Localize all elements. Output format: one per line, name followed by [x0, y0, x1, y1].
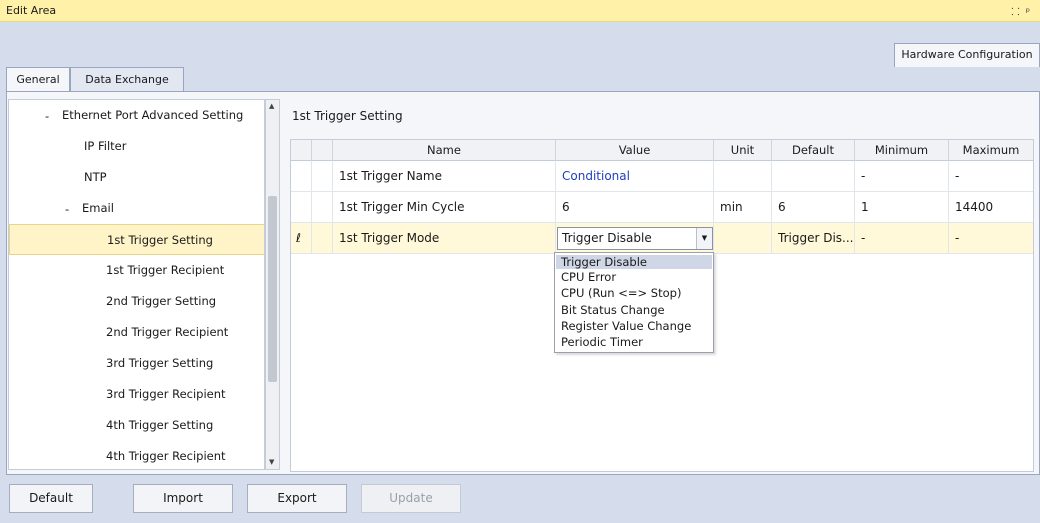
cell-minimum: -: [855, 223, 949, 254]
row-gutter-header: [312, 140, 333, 161]
titlebar-icons[interactable]: ⸬ᵖ: [1011, 4, 1036, 18]
tree-item-ip-filter[interactable]: IP Filter: [9, 131, 264, 162]
tree-item-1st-trigger-setting[interactable]: 1st Trigger Setting: [9, 224, 264, 255]
tree-item-label: 1st Trigger Recipient: [106, 263, 225, 277]
tree-item-label: 2nd Trigger Recipient: [106, 325, 229, 339]
scrollbar-thumb[interactable]: [268, 196, 277, 382]
edit-pencil-icon: ℓ: [291, 223, 312, 254]
cell-value[interactable]: 6: [556, 192, 714, 223]
cell-default: 6: [772, 192, 855, 223]
row-indicator: [291, 192, 312, 223]
row-indicator-header: [291, 140, 312, 161]
scroll-down-icon[interactable]: ▼: [269, 458, 274, 466]
settings-tree: - Ethernet Port Advanced Setting IP Filt…: [8, 99, 265, 470]
tree-item-label: 4th Trigger Recipient: [106, 449, 226, 463]
cell-default: [772, 161, 855, 192]
tab-hardware-configuration[interactable]: Hardware Configuration: [894, 43, 1040, 67]
bottom-button-bar: Default Import Export Update: [0, 476, 1040, 523]
tree-item-4th-trigger-setting[interactable]: 4th Trigger Setting: [9, 410, 264, 441]
tree-scrollbar[interactable]: ▲ ▼: [265, 99, 280, 470]
default-button[interactable]: Default: [9, 484, 93, 513]
cell-minimum: 1: [855, 192, 949, 223]
tab-data-exchange[interactable]: Data Exchange: [70, 67, 184, 92]
cell-unit: [714, 223, 772, 254]
trigger-mode-dropdown: Trigger Disable CPU Error CPU (Run <=> S…: [554, 252, 714, 353]
dock-icon[interactable]: ᵖ: [1026, 7, 1036, 18]
tree-item-ethernet-port-advanced-setting[interactable]: - Ethernet Port Advanced Setting: [9, 100, 264, 131]
grid-header: Name Value Unit Default Minimum Maximum: [291, 140, 1033, 161]
scroll-up-icon[interactable]: ▲: [269, 102, 274, 110]
tree-item-2nd-trigger-recipient[interactable]: 2nd Trigger Recipient: [9, 317, 264, 348]
cell-name: 1st Trigger Min Cycle: [333, 192, 556, 223]
tree-item-label: 1st Trigger Setting: [107, 233, 213, 247]
update-button[interactable]: Update: [361, 484, 461, 513]
cell-unit: min: [714, 192, 772, 223]
dropdown-option-trigger-disable[interactable]: Trigger Disable: [556, 255, 712, 269]
tree-item-4th-trigger-recipient[interactable]: 4th Trigger Recipient: [9, 441, 264, 469]
row-gutter: [312, 161, 333, 192]
edit-area-title: Edit Area: [6, 4, 57, 17]
cell-minimum: -: [855, 161, 949, 192]
cell-name: 1st Trigger Mode: [333, 223, 556, 254]
dropdown-option-bit-status-change[interactable]: Bit Status Change: [556, 303, 712, 317]
column-header-minimum[interactable]: Minimum: [855, 140, 949, 161]
row-gutter: [312, 192, 333, 223]
tree-item-label: 3rd Trigger Recipient: [106, 387, 226, 401]
column-header-maximum[interactable]: Maximum: [949, 140, 1033, 161]
table-row[interactable]: 1st Trigger Min Cycle 6 min 6 1 14400: [291, 192, 1033, 223]
cell-value[interactable]: Conditional: [556, 161, 714, 192]
pin-icon[interactable]: ⸬: [1011, 7, 1025, 18]
dropdown-option-cpu-error[interactable]: CPU Error: [556, 270, 712, 284]
chevron-down-icon[interactable]: ▼: [696, 228, 712, 249]
column-header-value[interactable]: Value: [556, 140, 714, 161]
dropdown-option-register-value-change[interactable]: Register Value Change: [556, 319, 712, 333]
cell-name: 1st Trigger Name: [333, 161, 556, 192]
tree-item-label: NTP: [84, 170, 107, 184]
settings-section-title: 1st Trigger Setting: [292, 109, 403, 123]
row-gutter: [312, 223, 333, 254]
tree-item-label: 2nd Trigger Setting: [106, 294, 217, 308]
cell-unit: [714, 161, 772, 192]
tree-item-2nd-trigger-setting[interactable]: 2nd Trigger Setting: [9, 286, 264, 317]
dropdown-option-periodic-timer[interactable]: Periodic Timer: [556, 335, 712, 349]
cell-default: Trigger Dis...: [772, 223, 855, 254]
collapse-icon[interactable]: -: [45, 109, 49, 123]
tree-item-ntp[interactable]: NTP: [9, 162, 264, 193]
trigger-mode-selected-value: Trigger Disable: [562, 231, 652, 245]
tree-item-label: Email: [82, 201, 114, 215]
tree-item-email[interactable]: - Email: [9, 193, 264, 224]
tree-item-3rd-trigger-setting[interactable]: 3rd Trigger Setting: [9, 348, 264, 379]
tab-general[interactable]: General: [6, 67, 70, 93]
tree-item-3rd-trigger-recipient[interactable]: 3rd Trigger Recipient: [9, 379, 264, 410]
tree-item-1st-trigger-recipient[interactable]: 1st Trigger Recipient: [9, 255, 264, 286]
dropdown-option-cpu-run-stop[interactable]: CPU (Run <=> Stop): [556, 286, 712, 300]
table-row-selected[interactable]: ℓ 1st Trigger Mode Trigger Disable ▼ Tri…: [291, 223, 1033, 254]
collapse-icon[interactable]: -: [65, 202, 69, 216]
table-row[interactable]: 1st Trigger Name Conditional - -: [291, 161, 1033, 192]
import-button[interactable]: Import: [133, 484, 233, 513]
tree-item-label: Ethernet Port Advanced Setting: [62, 108, 244, 122]
column-header-default[interactable]: Default: [772, 140, 855, 161]
cell-maximum: 14400: [955, 200, 994, 214]
tree-item-label: 3rd Trigger Setting: [106, 356, 214, 370]
cell-maximum: -: [955, 169, 960, 183]
column-header-name[interactable]: Name: [333, 140, 556, 161]
tree-item-label: IP Filter: [84, 139, 127, 153]
export-button[interactable]: Export: [247, 484, 347, 513]
edit-area-titlebar: Edit Area ⸬ᵖ: [0, 0, 1040, 22]
trigger-mode-select[interactable]: Trigger Disable ▼: [557, 227, 713, 250]
column-header-unit[interactable]: Unit: [714, 140, 772, 161]
cell-maximum: -: [955, 231, 960, 245]
tree-item-label: 4th Trigger Setting: [106, 418, 214, 432]
row-indicator: [291, 161, 312, 192]
